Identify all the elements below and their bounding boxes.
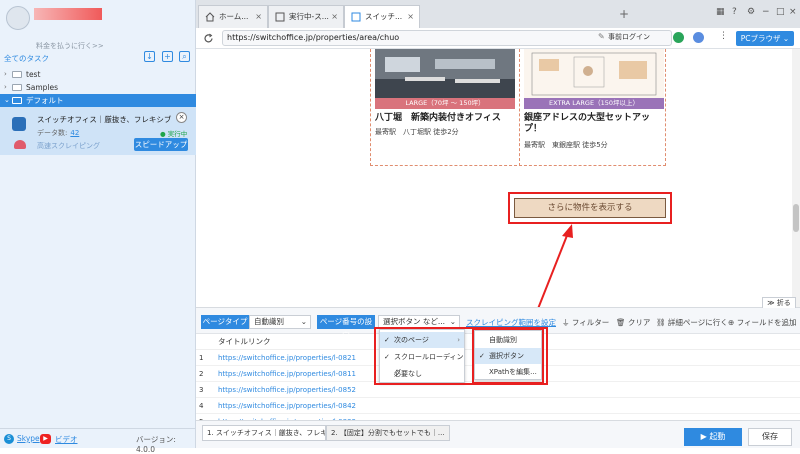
pre-login-button[interactable]: 事前ログイン — [608, 32, 650, 42]
page-icon — [275, 12, 285, 22]
close-icon[interactable]: × — [407, 6, 414, 28]
filter-icon: ⏚ — [562, 318, 570, 327]
maximize-icon[interactable]: □ — [776, 7, 785, 17]
run-button[interactable]: ▶ 起動 — [684, 428, 742, 446]
task-count: データ数: 42 — [37, 129, 80, 137]
page-number-label: ページ番号の設定 — [317, 315, 375, 340]
trash-icon: 🗑 — [616, 318, 626, 327]
page-type-label: ページタイプ — [201, 315, 249, 329]
station-info: 最寄駅 東銀座駅 徒歩5分 — [524, 141, 608, 149]
version-label: バージョン: 4.0.0 — [136, 435, 176, 454]
tree-item-samples[interactable]: › Samples — [0, 81, 196, 94]
tab-switch[interactable]: スイッチ... × — [344, 5, 420, 28]
account-name-blurred — [34, 8, 102, 20]
property-title[interactable]: 八丁堀 新築内装付きオフィス — [375, 113, 518, 124]
tree-item-default[interactable]: ⌄ デフォルト — [0, 94, 196, 107]
task-count-value[interactable]: 42 — [70, 129, 79, 137]
pen-icon[interactable]: ✎ — [598, 32, 605, 41]
all-tasks-title[interactable]: 全てのタスク — [4, 53, 49, 64]
robot-task-icon — [12, 117, 26, 131]
tab-running[interactable]: 実行中-ス... × — [268, 5, 344, 28]
close-icon[interactable]: × — [331, 6, 338, 28]
skype-icon[interactable]: S — [4, 434, 14, 444]
size-badge: EXTRA LARGE（150坪以上） — [524, 98, 664, 109]
video-link[interactable]: ビデオ — [55, 434, 78, 445]
search-task-icon[interactable]: ⌕ — [179, 51, 190, 62]
workflow-tab-2[interactable]: 2. 【固定】分割でもセットでも｜... — [326, 425, 450, 441]
browser-tab-bar: ホーム... × 実行中-ス... × スイッチ... × + ▦ ? ⚙ − □ × — [196, 0, 800, 28]
property-card[interactable]: EXTRA LARGE（150坪以上） 銀座アドレスの大型セットアップ！ 最寄駅… — [519, 49, 666, 166]
task-status: ● 実行中 — [160, 130, 188, 138]
chevron-down-icon: ⌄ — [300, 317, 307, 326]
filter-button[interactable]: ⏚ フィルター — [562, 317, 609, 328]
address-bar: https://switchoffice.jp/properties/area/… — [196, 28, 800, 49]
task-card[interactable]: スイッチオフィス｜厳抜き、フレキシブル... × データ数: 42 ● 実行中 高… — [0, 107, 196, 155]
scrollbar-thumb[interactable] — [793, 204, 799, 232]
sidebar: 料金を払うに行く>> 全てのタスク ↓ + ⌕ › test › Samples ⌄… — [0, 0, 196, 454]
stop-icon[interactable]: × — [176, 112, 187, 123]
detail-page-button[interactable]: ⛓ 詳細ページに行く — [656, 317, 728, 328]
extension-icon[interactable] — [673, 32, 684, 43]
pc-browser-select[interactable]: PCブラウザ ⌄ — [736, 31, 794, 46]
new-task-icon[interactable]: + — [162, 51, 173, 62]
table-row[interactable]: 4 https://switchoffice.jp/properties/l-08… — [196, 398, 800, 414]
page-type-select[interactable]: 自動識別 ⌄ — [249, 315, 311, 329]
help-icon[interactable]: ? — [732, 7, 737, 17]
property-title[interactable]: 銀座アドレスの大型セットアップ！ — [524, 113, 667, 135]
reload-icon[interactable] — [203, 33, 214, 44]
profile-icon[interactable] — [693, 32, 704, 43]
folder-icon — [12, 97, 22, 104]
size-badge: LARGE（70坪 ～ 150坪） — [375, 98, 515, 109]
folder-icon — [12, 71, 22, 78]
minimize-icon[interactable]: − — [762, 7, 770, 17]
clear-button[interactable]: 🗑 クリア — [616, 317, 650, 328]
cloud-icon — [14, 140, 26, 149]
property-card[interactable]: LARGE（70坪 ～ 150坪） 八丁堀 新築内装付きオフィス 最寄駅 八丁堀… — [371, 49, 518, 166]
speedup-button[interactable]: スピードアップ — [134, 138, 188, 151]
close-window-icon[interactable]: × — [789, 7, 797, 17]
tab-home[interactable]: ホーム... × — [198, 5, 268, 28]
menu-dots-icon[interactable]: ⋮ — [719, 31, 728, 41]
tasks-header: 全てのタスク ↓ + ⌕ — [0, 50, 196, 64]
settings-icon[interactable]: ⚙ — [747, 7, 755, 17]
web-page: LARGE（70坪 ～ 150坪） 八丁堀 新築内装付きオフィス 最寄駅 八丁堀… — [196, 49, 792, 307]
home-icon — [205, 12, 215, 22]
import-icon[interactable]: ↓ — [144, 51, 155, 62]
task-title: スイッチオフィス｜厳抜き、フレキシブル... — [37, 115, 172, 124]
new-tab-button[interactable]: + — [619, 7, 629, 21]
property-cards: LARGE（70坪 ～ 150坪） 八丁堀 新築内装付きオフィス 最寄駅 八丁堀… — [370, 49, 666, 166]
highlight-frame — [472, 328, 544, 384]
sidebar-footer: S Skype ▶ ビデオ バージョン: 4.0.0 — [0, 428, 196, 454]
workflow-tab-1[interactable]: 1. スイッチオフィス｜厳抜き、フレキシ... — [202, 425, 326, 441]
robot-logo-icon — [6, 6, 30, 30]
bottom-bar: 1. スイッチオフィス｜厳抜き、フレキシ... 2. 【固定】分割でもセットでも… — [196, 420, 800, 448]
skype-link[interactable]: Skype — [17, 434, 40, 443]
floor-plan-image — [524, 49, 664, 98]
cloud-scraping-label: 高速スクレイピング — [37, 142, 100, 150]
office-photo — [375, 49, 515, 98]
plus-circle-icon: ⊕ — [728, 318, 735, 327]
show-more-button[interactable]: さらに物件を表示する — [514, 198, 666, 218]
tree-item-test[interactable]: › test — [0, 68, 196, 81]
grid-icon[interactable]: ▦ — [716, 7, 725, 17]
task-config-panel: ≫ 折る ページタイプ 自動識別 ⌄ ページ番号の設定 選択ボタン など... ⌄ … — [196, 297, 800, 428]
video-icon[interactable]: ▶ — [40, 434, 51, 444]
add-field-button[interactable]: ⊕ フィールドを追加 — [728, 317, 797, 328]
station-info: 最寄駅 八丁堀駅 徒歩2分 — [375, 128, 459, 136]
close-icon[interactable]: × — [255, 6, 262, 28]
save-button[interactable]: 保存 — [748, 428, 792, 446]
page-scrollbar[interactable] — [792, 49, 800, 307]
page-icon — [351, 12, 361, 22]
folder-icon — [12, 84, 22, 91]
highlight-frame: さらに物件を表示する — [508, 192, 672, 224]
link-icon: ⛓ — [656, 318, 666, 327]
